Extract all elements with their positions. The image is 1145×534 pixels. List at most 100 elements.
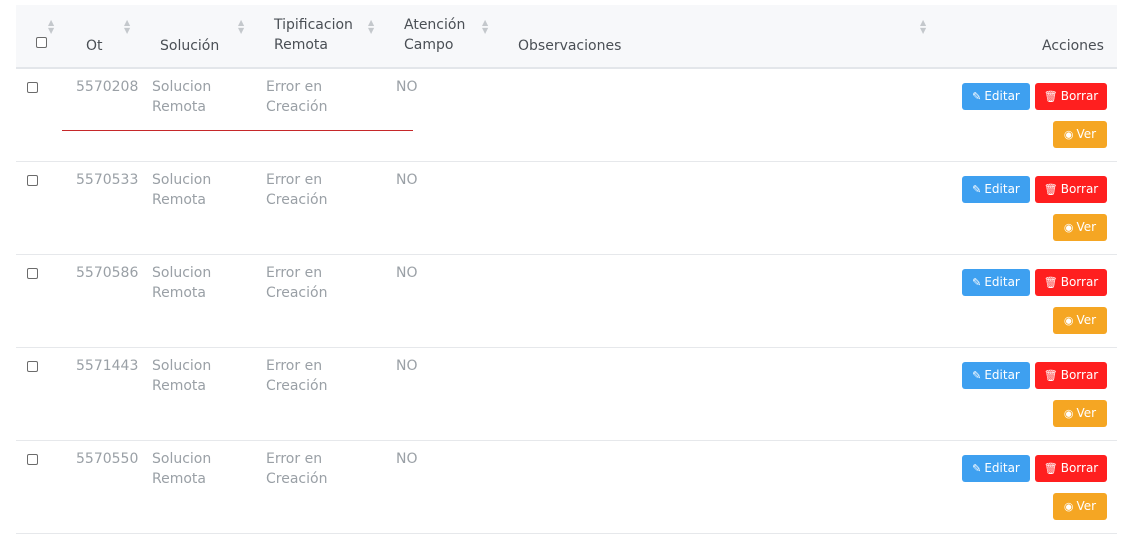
cell-atencion: NO [396, 358, 418, 374]
cell-tipificacion-line2: Creación [266, 471, 328, 487]
select-all-checkbox[interactable] [36, 37, 47, 48]
column-atencion-line2: Campo [404, 37, 454, 53]
cell-tipificacion-line1: Error en [266, 265, 323, 281]
column-solucion[interactable]: Solución [160, 36, 219, 56]
trash-icon: 🗑 [1043, 276, 1058, 289]
view-button[interactable]: ◉ Ver [1053, 214, 1107, 241]
cell-solucion-line1: Solucion [152, 79, 212, 95]
column-ot[interactable]: Ot [86, 36, 103, 56]
sort-icon[interactable]: ▲ ▼ [368, 19, 374, 35]
view-button[interactable]: ◉ Ver [1053, 493, 1107, 520]
eye-icon: ◉ [1063, 314, 1074, 327]
cell-solucion: Solucion Remota [152, 449, 211, 489]
column-atencion-line1: Atención [404, 17, 466, 33]
edit-button[interactable]: ✎ Editar [962, 83, 1030, 110]
view-label: Ver [1076, 220, 1097, 234]
edit-label: Editar [984, 275, 1020, 289]
edit-icon: ✎ [972, 369, 982, 382]
cell-solucion-line1: Solucion [152, 451, 212, 467]
edit-button[interactable]: ✎ Editar [962, 455, 1030, 482]
column-observaciones[interactable]: Observaciones [518, 36, 621, 56]
cell-solucion-line2: Remota [152, 378, 206, 394]
cell-ot: 5570533 [76, 172, 139, 188]
delete-button[interactable]: 🗑 Borrar [1035, 83, 1107, 110]
eye-icon: ◉ [1063, 500, 1074, 513]
cell-solucion-line2: Remota [152, 471, 206, 487]
cell-atencion: NO [396, 451, 418, 467]
cell-tipificacion-line2: Creación [266, 192, 328, 208]
sort-icon[interactable]: ▲ ▼ [48, 19, 54, 35]
edit-label: Editar [984, 461, 1020, 475]
view-label: Ver [1076, 406, 1097, 420]
edit-icon: ✎ [972, 276, 982, 289]
delete-button[interactable]: 🗑 Borrar [1035, 176, 1107, 203]
column-atencion[interactable]: Atención Campo [404, 15, 465, 55]
cell-solucion: Solucion Remota [152, 170, 211, 210]
delete-label: Borrar [1060, 275, 1099, 289]
spellcheck-underline [62, 130, 413, 131]
eye-icon: ◉ [1063, 221, 1074, 234]
cell-tipificacion-line1: Error en [266, 451, 323, 467]
cell-solucion: Solucion Remota [152, 356, 211, 396]
cell-tipificacion-line1: Error en [266, 358, 323, 374]
table-body: 5570208 Solucion Remota Error en Creació… [16, 69, 1117, 534]
table-row: 5570533 Solucion Remota Error en Creació… [16, 162, 1117, 255]
edit-label: Editar [984, 182, 1020, 196]
sort-icon[interactable]: ▲ ▼ [482, 19, 488, 35]
sort-icon[interactable]: ▲ ▼ [920, 19, 926, 35]
delete-button[interactable]: 🗑 Borrar [1035, 269, 1107, 296]
edit-button[interactable]: ✎ Editar [962, 362, 1030, 389]
cell-atencion: NO [396, 79, 418, 95]
edit-icon: ✎ [972, 90, 982, 103]
cell-ot: 5570586 [76, 265, 139, 281]
cell-tipificacion-line2: Creación [266, 99, 328, 115]
cell-atencion: NO [396, 172, 418, 188]
edit-label: Editar [984, 368, 1020, 382]
edit-icon: ✎ [972, 183, 982, 196]
row-checkbox[interactable] [27, 268, 38, 279]
cell-tipificacion-line2: Creación [266, 285, 328, 301]
eye-icon: ◉ [1063, 407, 1074, 420]
edit-button[interactable]: ✎ Editar [962, 176, 1030, 203]
cell-tipificacion: Error en Creación [266, 449, 327, 489]
table-row: 5570586 Solucion Remota Error en Creació… [16, 255, 1117, 348]
cell-ot: 5571443 [76, 358, 139, 374]
column-tipificacion-line2: Remota [274, 37, 328, 53]
orders-table: ▲ ▼ Ot ▲ ▼ Solución ▲ ▼ Tipificacion Remota… [16, 5, 1117, 534]
cell-tipificacion-line1: Error en [266, 172, 323, 188]
sort-icon[interactable]: ▲ ▼ [238, 19, 244, 35]
view-button[interactable]: ◉ Ver [1053, 121, 1107, 148]
view-label: Ver [1076, 313, 1097, 327]
row-checkbox[interactable] [27, 361, 38, 372]
cell-solucion-line1: Solucion [152, 172, 212, 188]
trash-icon: 🗑 [1043, 462, 1058, 475]
cell-solucion-line2: Remota [152, 192, 206, 208]
cell-tipificacion: Error en Creación [266, 263, 327, 303]
edit-button[interactable]: ✎ Editar [962, 269, 1030, 296]
sort-icon[interactable]: ▲ ▼ [124, 19, 130, 35]
trash-icon: 🗑 [1043, 90, 1058, 103]
edit-icon: ✎ [972, 462, 982, 475]
row-checkbox[interactable] [27, 82, 38, 93]
column-tipificacion[interactable]: Tipificacion Remota [274, 15, 353, 55]
view-button[interactable]: ◉ Ver [1053, 307, 1107, 334]
cell-solucion-line1: Solucion [152, 358, 212, 374]
column-acciones: Acciones [1042, 38, 1104, 54]
cell-ot: 5570550 [76, 451, 139, 467]
cell-ot: 5570208 [76, 79, 139, 95]
table-row: 5570550 Solucion Remota Error en Creació… [16, 441, 1117, 534]
delete-button[interactable]: 🗑 Borrar [1035, 455, 1107, 482]
cell-tipificacion-line1: Error en [266, 79, 323, 95]
delete-label: Borrar [1060, 368, 1099, 382]
cell-solucion: Solucion Remota [152, 263, 211, 303]
edit-label: Editar [984, 89, 1020, 103]
cell-tipificacion: Error en Creación [266, 170, 327, 210]
view-button[interactable]: ◉ Ver [1053, 400, 1107, 427]
cell-solucion-line1: Solucion [152, 265, 212, 281]
row-checkbox[interactable] [27, 175, 38, 186]
view-label: Ver [1076, 499, 1097, 513]
delete-button[interactable]: 🗑 Borrar [1035, 362, 1107, 389]
cell-solucion-line2: Remota [152, 99, 206, 115]
eye-icon: ◉ [1063, 128, 1074, 141]
column-tipificacion-line1: Tipificacion [274, 17, 353, 33]
